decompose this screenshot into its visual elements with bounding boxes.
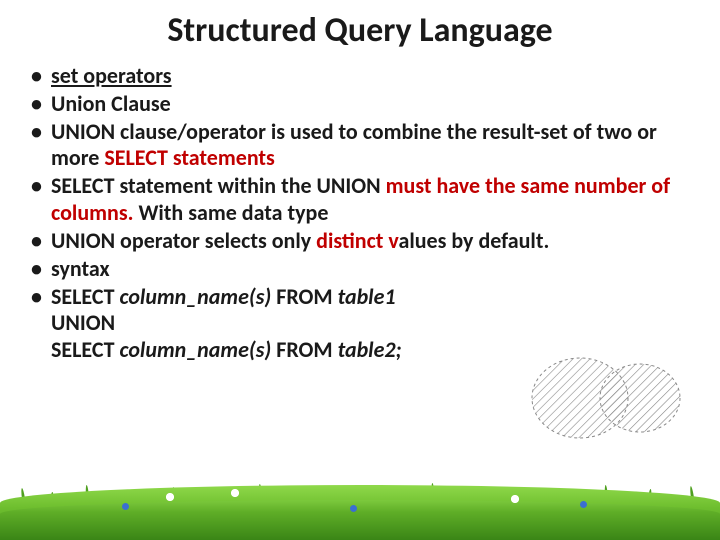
bullet-list: set operators Union Clause UNION clause/… (25, 63, 695, 364)
text-sql-1c: FROM (276, 283, 337, 310)
grass-decoration (0, 465, 720, 540)
venn-diagram-icon (522, 350, 692, 445)
text-distinct-c: alues by default. (398, 227, 549, 254)
text-distinct-a: UNION operator selects only (51, 227, 316, 254)
text-sql-1a: SELECT (51, 283, 119, 310)
text-union-clause: Union Clause (51, 90, 171, 117)
flower-icon (122, 503, 129, 510)
text-distinct-b: distinct v (316, 227, 398, 254)
flower-icon (165, 492, 175, 502)
text-sql-2: UNION (51, 310, 695, 337)
text-sql-3c: FROM (276, 336, 337, 363)
text-sql-1d: table1 (338, 283, 396, 310)
text-sql-3a: SELECT (51, 336, 119, 363)
text-sql-1b: column_name(s) (119, 283, 276, 310)
text-set-operators: set operators (51, 62, 172, 89)
grass-front-layer (0, 500, 720, 540)
bullet-distinct: UNION operator selects only distinct val… (25, 228, 695, 255)
bullet-select-columns: SELECT statement within the UNION must h… (25, 173, 695, 227)
bullet-union-clause: Union Clause (25, 91, 695, 118)
slide-container: Structured Query Language set operators … (0, 0, 720, 540)
bullet-syntax: syntax (25, 256, 695, 283)
flower-icon (580, 501, 587, 508)
text-union-desc-b: SELECT statements (104, 144, 274, 171)
bullet-set-operators: set operators (25, 63, 695, 90)
flower-icon (510, 494, 520, 504)
text-sql-3b: column_name(s) (119, 336, 276, 363)
slide-title: Structured Query Language (25, 10, 695, 51)
text-sql-3d: table2; (338, 336, 402, 363)
text-syntax: syntax (51, 255, 110, 282)
flower-icon (230, 488, 240, 498)
bullet-union-desc: UNION clause/operator is used to combine… (25, 119, 695, 173)
text-select-c: With same data type (138, 199, 328, 226)
text-select-a: SELECT statement within the UNION (51, 172, 386, 199)
flower-icon (350, 505, 357, 512)
